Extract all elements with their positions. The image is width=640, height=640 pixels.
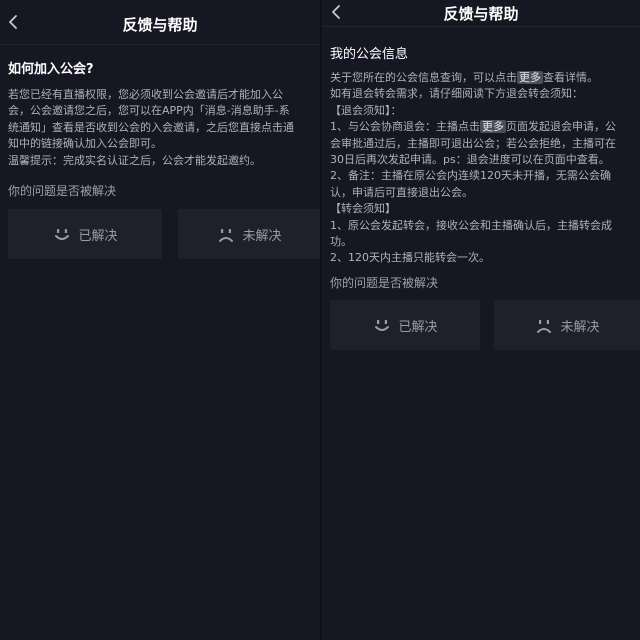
article-line: 1、原公会发起转会，接收公会和主播确认后，主播转会成 — [330, 218, 612, 232]
page-title: 反馈与帮助 — [443, 5, 519, 23]
article-body: 我的公会信息 关于您所在的公会信息查询，可以点击 更多 查看详情。 如有退会转会需求… — [330, 47, 636, 267]
article-line: 2、备注：主播在原公会内连续120天未开播，无需公会确 — [330, 169, 611, 183]
article-line: 30日后再次发起申请。ps：退会进度可以在页面中查看。 — [330, 153, 610, 167]
article-line: 会，公会邀请您之后，您可以在APP内「消息-消息助手-系 — [8, 104, 290, 118]
page-title: 反馈与帮助 — [122, 16, 198, 34]
resolved-label: 已解决 — [398, 319, 438, 335]
article-line: 2、120天内主播只能转会一次。 — [330, 251, 490, 265]
line-text: 查看详情。 — [543, 71, 598, 84]
frown-icon — [219, 229, 234, 242]
article-line: 【退会须知】： — [330, 103, 402, 117]
article-line: 若您已经有直播权限，您必须收到公会邀请后才能加入公 — [8, 88, 283, 101]
article-line: 功。 — [330, 235, 352, 249]
frown-icon — [537, 320, 552, 333]
feedback-question: 你的问题是否被解决 — [8, 184, 117, 198]
article-heading: 我的公会信息 — [330, 47, 409, 62]
resolved-button[interactable]: 已解决 — [8, 209, 162, 259]
article-line: 会审批通过后，主播即可退出公会；若公会拒绝，主播可在 — [330, 136, 616, 150]
article-line: 知中的链接确认加入公会即可。 — [8, 137, 162, 151]
article-line: 关于您所在的公会信息查询，可以点击 更多 查看详情。 — [330, 70, 636, 86]
resolved-button[interactable]: 已解决 — [330, 300, 480, 350]
line-text: 页面发起退会申请，公 — [506, 120, 616, 134]
unresolved-button[interactable]: 未解决 — [494, 300, 640, 350]
help-screen-right: 反馈与帮助 我的公会信息 关于您所在的公会信息查询，可以点击 更多 查看详情。 如有… — [322, 0, 640, 640]
resolved-label: 已解决 — [78, 228, 118, 244]
article-body: 如何加入公会? 若您已经有直播权限，您必须收到公会邀请后才能加入公 会，公会邀请… — [8, 62, 316, 169]
nav-header: 反馈与帮助 — [322, 0, 640, 27]
help-screen-left: 反馈与帮助 如何加入公会? 若您已经有直播权限，您必须收到公会邀请后才能加入公 … — [0, 0, 320, 640]
feedback-question: 你的问题是否被解决 — [330, 276, 439, 290]
smile-icon — [55, 229, 70, 240]
article-line: 统通知」查看是否收到公会的入会邀请，之后您直接点击通 — [8, 120, 294, 134]
article-line: 温馨提示：完成实名认证之后，公会才能发起邀约。 — [8, 153, 261, 167]
more-link[interactable]: 更多 — [517, 71, 543, 84]
line-text: 关于您所在的公会信息查询，可以点击 — [330, 71, 517, 84]
article-line: 1、与公会协商退会：主播点击 更多 页面发起退会申请，公 — [330, 119, 636, 135]
line-text: 1、与公会协商退会：主播点击 — [330, 120, 480, 134]
unresolved-button[interactable]: 未解决 — [178, 209, 320, 259]
article-heading: 如何加入公会? — [8, 62, 94, 77]
unresolved-label: 未解决 — [560, 319, 600, 335]
more-link[interactable]: 更多 — [480, 120, 506, 134]
article-line: 【转会须知】 — [330, 202, 396, 216]
smile-icon — [375, 320, 390, 331]
article-line: 如有退会转会需求，请仔细阅读下方退会转会须知： — [330, 87, 583, 101]
article-line: 认，申请后可直接退出公会。 — [330, 185, 473, 199]
unresolved-label: 未解决 — [242, 228, 282, 244]
nav-header: 反馈与帮助 — [0, 0, 320, 45]
